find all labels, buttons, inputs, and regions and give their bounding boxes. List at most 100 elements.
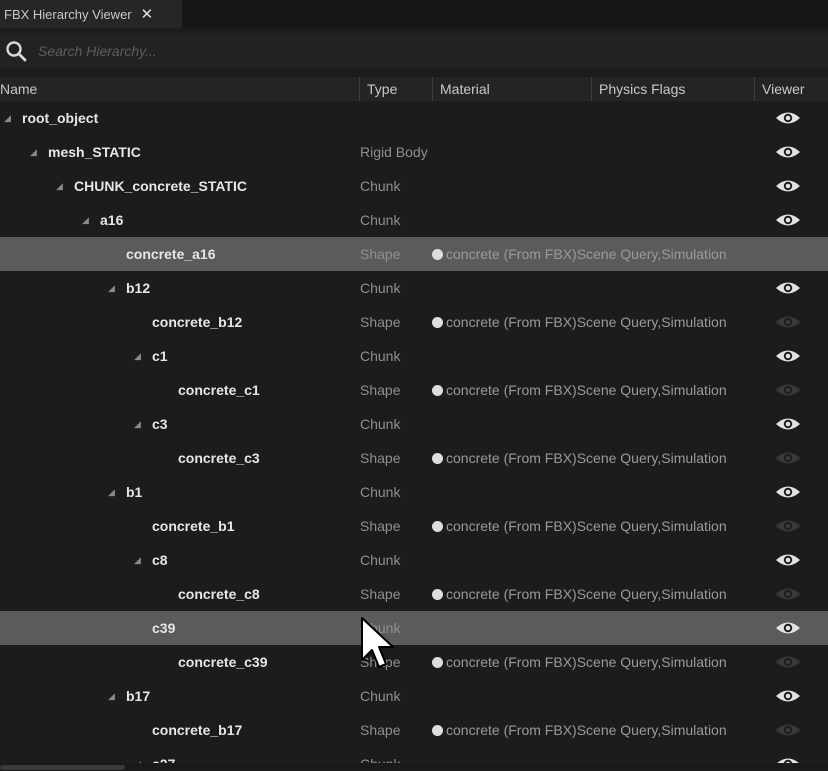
column-header-physics-flags[interactable]: Physics Flags [591, 77, 754, 101]
eye-icon[interactable] [775, 450, 801, 466]
physics-flags-label: Scene Query,Simulation [576, 586, 727, 602]
eye-icon[interactable] [775, 552, 801, 568]
tree-row[interactable]: concrete_c3 Shape concrete (From FBX) Scene… [0, 441, 828, 475]
tree-row-type: Chunk [360, 484, 401, 500]
tree-row-type: Chunk [360, 280, 401, 296]
tree-row-name: concrete_a16 [126, 246, 216, 262]
expand-arrow-icon[interactable]: ◢ [108, 271, 115, 305]
eye-icon[interactable] [775, 620, 801, 636]
tree-row-type: Chunk [360, 688, 401, 704]
tree-row-name: b1 [126, 484, 143, 500]
tree-row-material: concrete (From FBX) Scene Query,Simulatio… [432, 713, 727, 747]
material-dot-icon [432, 248, 443, 260]
tree-row-name: c3 [152, 416, 168, 432]
tree-row-type: Shape [360, 246, 401, 262]
tree-row[interactable]: ◢ root_object [0, 101, 828, 135]
scrollbar-thumb[interactable] [0, 765, 125, 770]
tree-row[interactable]: ◢ mesh_STATIC Rigid Body [0, 135, 828, 169]
column-header: Name Type Material Physics Flags Viewer [0, 77, 828, 101]
expand-arrow-icon[interactable]: ◢ [82, 203, 89, 237]
eye-icon[interactable] [775, 722, 801, 738]
column-header-material[interactable]: Material [432, 77, 591, 101]
tree-row[interactable]: concrete_b17 Shape concrete (From FBX) Scen… [0, 713, 828, 747]
tree-row[interactable]: ◢ CHUNK_concrete_STATIC Chunk [0, 169, 828, 203]
tree-row[interactable]: concrete_c8 Shape concrete (From FBX) Scene… [0, 577, 828, 611]
tree-row-type: Shape [360, 382, 401, 398]
physics-flags-label: Scene Query,Simulation [576, 518, 727, 534]
eye-icon[interactable] [775, 110, 801, 126]
close-icon[interactable]: ✕ [141, 5, 154, 23]
tree-row-type: Shape [360, 722, 401, 738]
tree-row-name: mesh_STATIC [48, 144, 141, 160]
physics-flags-label: Scene Query,Simulation [576, 654, 727, 670]
expand-arrow-icon[interactable]: ◢ [30, 135, 37, 169]
expand-arrow-icon[interactable]: ◢ [4, 101, 11, 135]
column-header-viewer[interactable]: Viewer [754, 77, 828, 101]
material-label: concrete (From FBX) [446, 246, 577, 262]
eye-icon[interactable] [775, 144, 801, 160]
expand-arrow-icon[interactable]: ◢ [134, 407, 141, 441]
tree-row-type: Shape [360, 314, 401, 330]
tree-row-name: b17 [126, 688, 151, 704]
tree-row[interactable]: ◢ b12 Chunk [0, 271, 828, 305]
eye-icon[interactable] [775, 654, 801, 670]
tree-row-name: concrete_b17 [152, 722, 243, 738]
tree-row-name: c39 [152, 620, 176, 636]
expand-arrow-icon[interactable]: ◢ [56, 169, 63, 203]
tree-row[interactable]: concrete_a16 Shape concrete (From FBX) Scen… [0, 237, 828, 271]
eye-icon[interactable] [775, 484, 801, 500]
tree-row-type: Shape [360, 450, 401, 466]
tree-row-material: concrete (From FBX) Scene Query,Simulatio… [432, 441, 727, 475]
tree-row[interactable]: ◢ b17 Chunk [0, 679, 828, 713]
tree-row-name: concrete_c39 [178, 654, 268, 670]
eye-icon[interactable] [775, 518, 801, 534]
tree-row[interactable]: ◢ a16 Chunk [0, 203, 828, 237]
eye-icon[interactable] [775, 348, 801, 364]
tree-row[interactable]: ◢ c3 Chunk [0, 407, 828, 441]
tree-row[interactable]: concrete_c39Shapeconcrete (From FBX)Scen… [0, 645, 828, 679]
tree-row-name: concrete_c8 [178, 586, 260, 602]
tree-row-name: c8 [152, 552, 168, 568]
tree-row[interactable]: ◢ c1 Chunk [0, 339, 828, 373]
tree-row-type: Shape [360, 586, 401, 602]
tree-row[interactable]: ◢ b1 Chunk [0, 475, 828, 509]
material-dot-icon [432, 520, 443, 532]
eye-icon[interactable] [775, 382, 801, 398]
material-dot-icon [432, 656, 443, 668]
eye-icon[interactable] [775, 212, 801, 228]
material-dot-icon [432, 316, 443, 328]
eye-icon[interactable] [775, 688, 801, 704]
tree-row[interactable]: concrete_b1 Shape concrete (From FBX) Scene… [0, 509, 828, 543]
eye-icon[interactable] [775, 314, 801, 330]
tree-row-material: concrete (From FBX) Scene Query,Simulatio… [432, 373, 727, 407]
material-label: concrete (From FBX) [446, 654, 577, 670]
eye-icon[interactable] [775, 416, 801, 432]
expand-arrow-icon[interactable]: ◢ [108, 679, 115, 713]
tree-row-material: concrete (From FBX) Scene Query,Simulatio… [432, 237, 727, 271]
eye-icon[interactable] [775, 178, 801, 194]
tree-row-name: CHUNK_concrete_STATIC [74, 178, 247, 194]
material-dot-icon [432, 588, 443, 600]
tree-row[interactable]: ◢ c8 Chunk [0, 543, 828, 577]
expand-arrow-icon[interactable]: ◢ [134, 543, 141, 577]
eye-icon[interactable] [775, 586, 801, 602]
tree-row-type: Chunk [360, 178, 401, 194]
horizontal-scrollbar[interactable] [0, 763, 828, 771]
tree-row-type: Shape [360, 518, 401, 534]
physics-flags-label: Scene Query,Simulation [576, 450, 727, 466]
search-input[interactable] [36, 42, 640, 60]
tab-fbx-hierarchy-viewer[interactable]: FBX Hierarchy Viewer ✕ [0, 0, 182, 28]
column-header-type[interactable]: Type [359, 77, 432, 101]
tab-title: FBX Hierarchy Viewer [4, 6, 132, 22]
column-header-name[interactable]: Name [0, 77, 359, 101]
material-dot-icon [432, 452, 443, 464]
material-label: concrete (From FBX) [446, 382, 577, 398]
material-label: concrete (From FBX) [446, 518, 577, 534]
expand-arrow-icon[interactable]: ◢ [134, 339, 141, 373]
eye-icon[interactable] [775, 280, 801, 296]
tree-row[interactable]: concrete_b12 Shape concrete (From FBX) Scen… [0, 305, 828, 339]
material-label: concrete (From FBX) [446, 586, 577, 602]
expand-arrow-icon[interactable]: ◢ [108, 475, 115, 509]
tree-row[interactable]: concrete_c1 Shape concrete (From FBX) Scene… [0, 373, 828, 407]
tree-row[interactable]: c39 Chunk [0, 611, 828, 645]
